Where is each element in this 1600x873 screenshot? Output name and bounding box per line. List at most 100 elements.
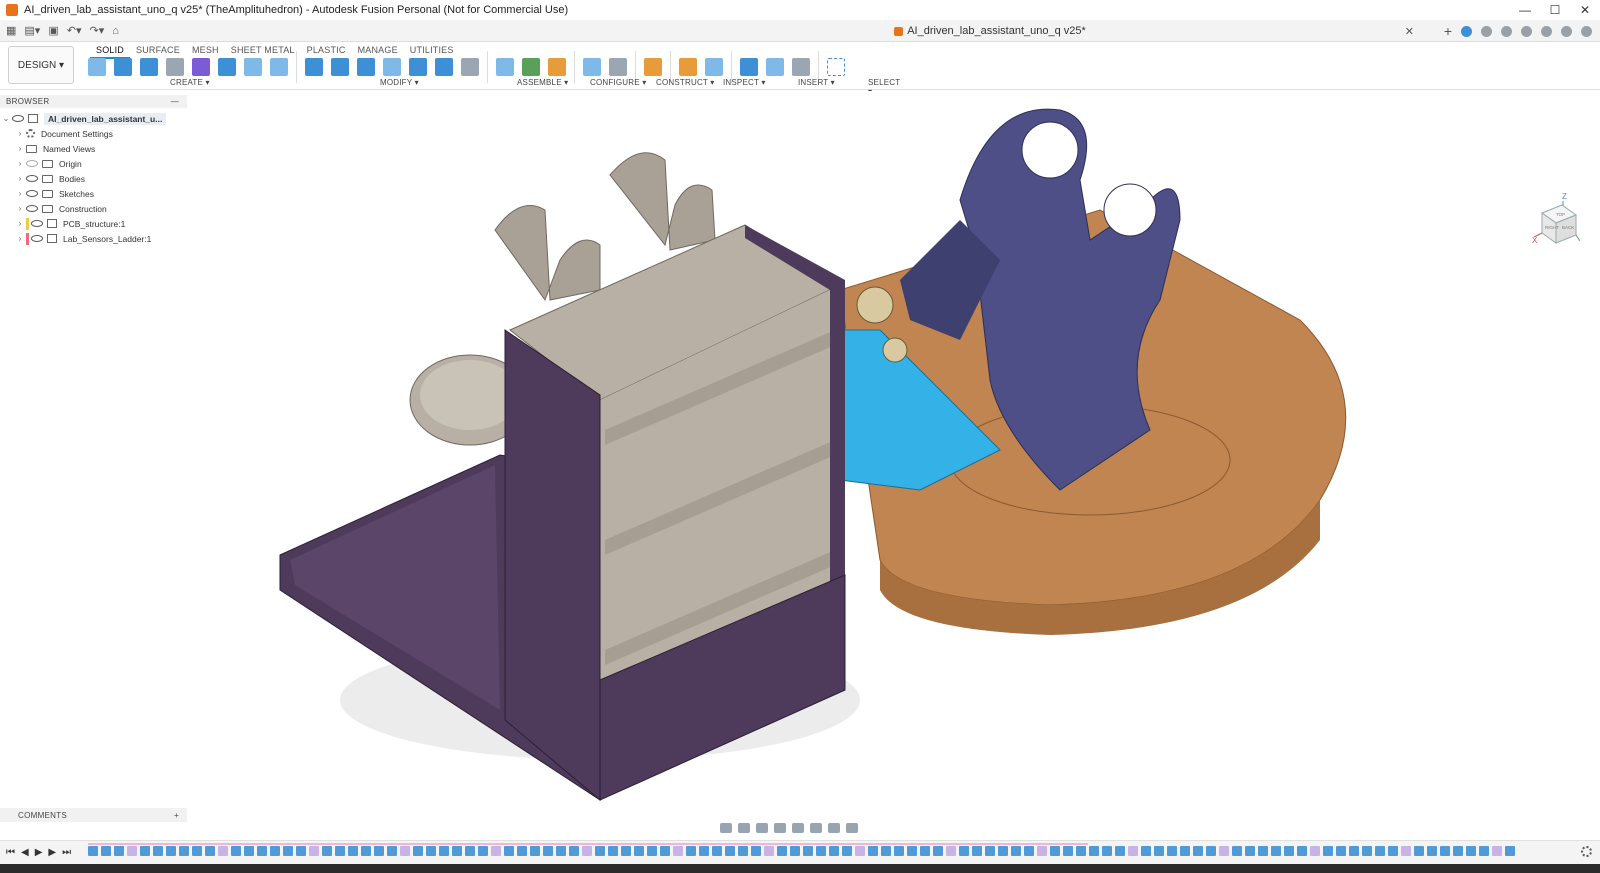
- extrude-icon[interactable]: [114, 58, 132, 76]
- grid-menu-icon[interactable]: ▦: [6, 24, 16, 37]
- grid-settings-icon[interactable]: [828, 823, 840, 833]
- timeline-feature-icon[interactable]: [1037, 846, 1047, 856]
- jobs-icon[interactable]: [1521, 25, 1532, 37]
- save-icon[interactable]: ▣: [48, 24, 58, 37]
- timeline-feature-icon[interactable]: [712, 846, 722, 856]
- chevron-right-icon[interactable]: ›: [14, 144, 26, 153]
- timeline-feature-icon[interactable]: [1453, 846, 1463, 856]
- timeline-feature-icon[interactable]: [166, 846, 176, 856]
- eye-icon[interactable]: [26, 205, 38, 212]
- undo-icon[interactable]: ↶▾: [67, 24, 82, 37]
- timeline-feature-icon[interactable]: [335, 846, 345, 856]
- timeline-feature-icon[interactable]: [543, 846, 553, 856]
- chevron-right-icon[interactable]: ›: [14, 204, 26, 213]
- timeline-feature-icon[interactable]: [842, 846, 852, 856]
- shelf-left-panel[interactable]: [504, 329, 601, 802]
- timeline-feature-icon[interactable]: [1349, 846, 1359, 856]
- configuration-table-icon[interactable]: [609, 58, 627, 76]
- go-to-start-icon[interactable]: ⏮: [6, 847, 15, 858]
- group-construct[interactable]: CONSTRUCT ▾: [656, 78, 715, 87]
- timeline-feature-icon[interactable]: [322, 846, 332, 856]
- timeline-feature-icon[interactable]: [1128, 846, 1138, 856]
- mirror-icon[interactable]: [270, 58, 288, 76]
- timeline-feature-icon[interactable]: [972, 846, 982, 856]
- avatar[interactable]: [1581, 25, 1592, 37]
- pattern-icon[interactable]: [244, 58, 262, 76]
- close-window-button[interactable]: ✕: [1570, 0, 1600, 20]
- move-icon[interactable]: [461, 58, 479, 76]
- timeline-feature-icon[interactable]: [569, 846, 579, 856]
- timeline-feature-icon[interactable]: [413, 846, 423, 856]
- timeline-feature-icon[interactable]: [1427, 846, 1437, 856]
- timeline-feature-icon[interactable]: [179, 846, 189, 856]
- timeline-feature-icon[interactable]: [855, 846, 865, 856]
- timeline-feature-icon[interactable]: [660, 846, 670, 856]
- timeline-feature-icon[interactable]: [1024, 846, 1034, 856]
- timeline-feature-icon[interactable]: [699, 846, 709, 856]
- timeline-feature-icon[interactable]: [231, 846, 241, 856]
- timeline-feature-icon[interactable]: [907, 846, 917, 856]
- timeline-feature-icon[interactable]: [868, 846, 878, 856]
- as-built-joint-icon[interactable]: [522, 58, 540, 76]
- play-icon[interactable]: ▶: [35, 847, 43, 858]
- insert-svg-icon[interactable]: [792, 58, 810, 76]
- timeline-feature-icon[interactable]: [595, 846, 605, 856]
- tree-item-lab-sensors-ladder[interactable]: › Lab_Sensors_Ladder:1: [0, 231, 187, 246]
- timeline-feature-icon[interactable]: [1193, 846, 1203, 856]
- timeline-feature-icon[interactable]: [1401, 846, 1411, 856]
- timeline-feature-icon[interactable]: [959, 846, 969, 856]
- timeline-feature-icon[interactable]: [1115, 846, 1125, 856]
- timeline-feature-icon[interactable]: [1011, 846, 1021, 856]
- timeline-feature-icon[interactable]: [920, 846, 930, 856]
- timeline-feature-icon[interactable]: [1310, 846, 1320, 856]
- timeline-feature-icon[interactable]: [348, 846, 358, 856]
- timeline-feature-icon[interactable]: [1206, 846, 1216, 856]
- timeline-feature-icon[interactable]: [751, 846, 761, 856]
- timeline-feature-icon[interactable]: [1102, 846, 1112, 856]
- timeline-feature-icon[interactable]: [777, 846, 787, 856]
- timeline-feature-icon[interactable]: [985, 846, 995, 856]
- model-view[interactable]: [0, 91, 1600, 816]
- timeline-feature-icon[interactable]: [1375, 846, 1385, 856]
- timeline-feature-icon[interactable]: [1063, 846, 1073, 856]
- group-assemble[interactable]: ASSEMBLE ▾: [517, 78, 568, 87]
- eye-icon[interactable]: [31, 235, 43, 242]
- timeline-feature-icon[interactable]: [361, 846, 371, 856]
- timeline-feature-icon[interactable]: [153, 846, 163, 856]
- maximize-button[interactable]: ☐: [1540, 0, 1570, 20]
- timeline-feature-icon[interactable]: [608, 846, 618, 856]
- timeline-feature-icon[interactable]: [829, 846, 839, 856]
- chevron-down-icon[interactable]: ⌄: [0, 114, 12, 123]
- timeline-feature-icon[interactable]: [1492, 846, 1502, 856]
- timeline-feature-icon[interactable]: [1414, 846, 1424, 856]
- combine-icon[interactable]: [409, 58, 427, 76]
- timeline-feature-icon[interactable]: [426, 846, 436, 856]
- chevron-right-icon[interactable]: ›: [14, 129, 26, 138]
- timeline-feature-icon[interactable]: [465, 846, 475, 856]
- timeline-feature-icon[interactable]: [1245, 846, 1255, 856]
- timeline-feature-icon[interactable]: [270, 846, 280, 856]
- comments-panel[interactable]: COMMENTS +: [0, 808, 187, 822]
- view-cube[interactable]: Z RIGHT BACK TOP X: [1532, 191, 1581, 249]
- section-analysis-icon[interactable]: [705, 58, 723, 76]
- select-icon[interactable]: [827, 58, 845, 76]
- hole-icon[interactable]: [166, 58, 184, 76]
- timeline-feature-icon[interactable]: [803, 846, 813, 856]
- revolve-icon[interactable]: [140, 58, 158, 76]
- timeline-feature-icon[interactable]: [244, 846, 254, 856]
- group-create[interactable]: CREATE ▾: [170, 78, 210, 87]
- new-component-icon[interactable]: [192, 58, 210, 76]
- eye-icon[interactable]: [26, 175, 38, 182]
- extensions-icon[interactable]: [1461, 25, 1472, 37]
- timeline-feature-icon[interactable]: [946, 846, 956, 856]
- viewports-icon[interactable]: [846, 823, 858, 833]
- chevron-right-icon[interactable]: ›: [14, 174, 26, 183]
- browser-collapse-icon[interactable]: —: [171, 97, 179, 106]
- timeline-feature-icon[interactable]: [673, 846, 683, 856]
- joystick-module[interactable]: [856, 286, 894, 324]
- timeline-feature-icon[interactable]: [881, 846, 891, 856]
- timeline-feature-icon[interactable]: [1180, 846, 1190, 856]
- timeline-settings-icon[interactable]: [1581, 846, 1592, 857]
- file-menu-icon[interactable]: ▤▾: [24, 24, 40, 37]
- new-tab-icon[interactable]: +: [1444, 24, 1452, 38]
